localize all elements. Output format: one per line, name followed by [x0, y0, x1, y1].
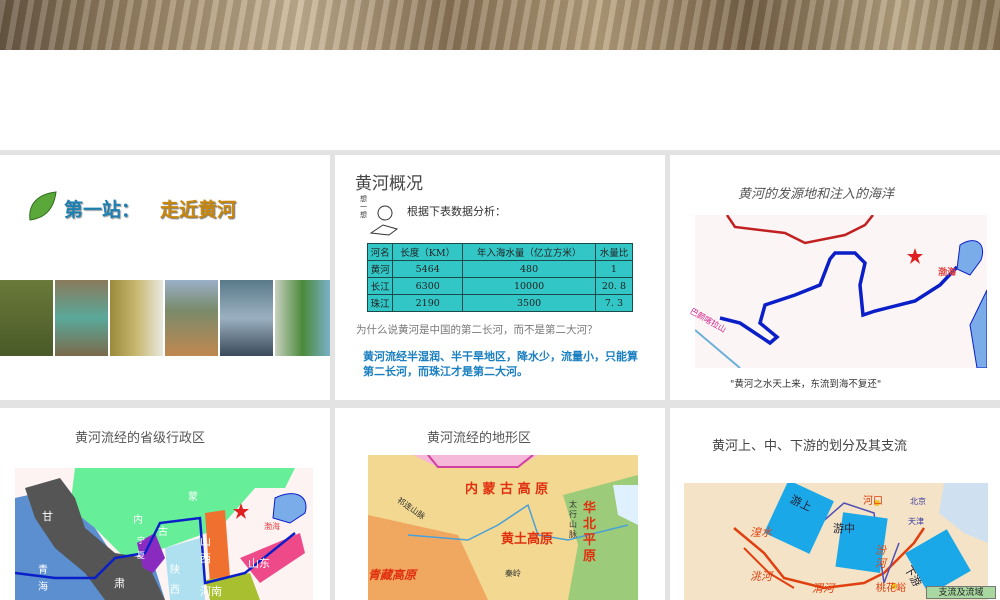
province-label: 内	[133, 515, 143, 526]
leaf-icon	[29, 191, 57, 221]
photo-reservoir	[55, 280, 108, 356]
province-label: 山东	[248, 557, 270, 570]
sea-label: 渤海	[264, 522, 280, 531]
photo-dam	[165, 280, 218, 356]
slide-title: 黄河流经的省级行政区	[75, 431, 206, 446]
table-cell: 10000	[462, 277, 596, 295]
column-header: 水量比	[594, 243, 634, 261]
table-cell: 2190	[392, 294, 464, 312]
answer-text: 黄河流经半湿润、半干旱地区，降水少，流量小，只能算第二长河，而珠江才是第二大河。	[363, 350, 638, 378]
slide-title: 走近黄河	[160, 199, 237, 221]
table-row: 珠江 2190 3500 7. 3	[366, 294, 634, 312]
mountain-label: 太行山脉	[569, 500, 577, 539]
table-row: 黄河 5464 480 1	[366, 260, 634, 278]
table-cell: 6300	[392, 277, 464, 295]
table-cell: 480	[462, 260, 596, 278]
province-label: 宁	[137, 536, 145, 545]
map-label: 汾河	[875, 544, 886, 570]
column-header: 河名	[366, 243, 394, 261]
map-label: 桃花峪	[876, 583, 906, 594]
region-label: 内 蒙 古 高 原	[465, 482, 549, 497]
thinking-person-icon	[369, 205, 399, 236]
photo-waterfall	[110, 280, 163, 356]
table-row: 长江 6300 10000 20. 8	[366, 277, 634, 295]
province-label: 河南	[200, 585, 222, 598]
table-cell: 3500	[462, 294, 596, 312]
province-label: 山	[200, 535, 211, 548]
top-slide-body	[0, 50, 1000, 150]
province-label: 肃	[114, 577, 125, 590]
slide-title: 黄河上、中、下游的划分及其支流	[712, 439, 908, 454]
table-cell: 5464	[392, 260, 464, 278]
yellow-river-map	[695, 215, 987, 368]
slide-title: 黄河的发源地和注入的海洋	[738, 187, 895, 202]
table-cell: 长江	[366, 277, 394, 295]
slide-thumbnail-2[interactable]: 黄河概况 想一想 根据下表数据分析： 河名 长度（KM） 年入海水量（亿立方米）…	[335, 155, 665, 400]
map-label: 北京	[910, 497, 926, 506]
column-header: 长度（KM）	[392, 243, 464, 261]
province-label: 古	[158, 527, 168, 538]
map-label: 湟水	[750, 526, 772, 539]
river-sections-map	[684, 483, 988, 600]
section-label-middle: 游中	[833, 522, 855, 535]
province-label: 蒙	[188, 492, 198, 503]
slide-thumbnail-1[interactable]: 第一站： 走近黄河	[0, 155, 330, 400]
photo-source	[0, 280, 53, 356]
column-header: 年入海水量（亿立方米）	[462, 243, 596, 261]
top-slide-image	[0, 0, 1000, 50]
region-label: 青藏高原	[368, 568, 417, 582]
slide-title: 黄河概况	[355, 174, 423, 194]
sea-label: 渤海	[938, 268, 957, 278]
map-legend: 支流及流域	[926, 586, 996, 599]
table-header-row: 河名 长度（KM） 年入海水量（亿立方米） 水量比	[366, 243, 634, 261]
map-label: 河口	[863, 496, 883, 507]
province-label: 甘	[42, 510, 53, 523]
photo-river-delta	[275, 280, 330, 356]
table-cell: 珠江	[366, 294, 394, 312]
region-label: 黄土高原	[501, 532, 554, 547]
region-label: 华北平原	[583, 501, 597, 564]
table-cell: 1	[594, 260, 634, 278]
table-cell: 黄河	[366, 260, 394, 278]
map-label: 天津	[908, 517, 924, 526]
river-data-table: 河名 长度（KM） 年入海水量（亿立方米） 水量比 黄河 5464 480 1 长江 6…	[366, 243, 634, 312]
province-label: 西	[200, 552, 211, 565]
slide-title-prefix: 第一站：	[64, 199, 141, 221]
think-label: 想一想	[360, 195, 367, 219]
slide-thumbnail-5[interactable]: 黄河流经的地形区 内 蒙 古 高 原 黄土高原 华北平原 青藏高原 祁连山脉 太…	[335, 408, 665, 600]
map-label: 渭河	[812, 582, 834, 595]
province-label: 陕	[170, 565, 180, 576]
photo-fields	[220, 280, 273, 356]
poem-text: "黄河之水天上来，东流到海不复还"	[730, 379, 882, 390]
question-text: 为什么说黄河是中国的第二长河，而不是第二大河？	[356, 324, 598, 336]
table-cell: 7. 3	[594, 294, 634, 312]
province-label: 海	[38, 582, 48, 593]
slide-title: 黄河流经的地形区	[427, 431, 532, 446]
table-cell: 20. 8	[594, 277, 634, 295]
mountain-label: 秦岭	[505, 569, 521, 578]
province-label: 西	[170, 585, 180, 596]
slide-thumbnail-3[interactable]: 黄河的发源地和注入的海洋 渤海 巴颜喀拉山 "黄河之水天上来，东流到海不复还"	[670, 155, 1000, 400]
map-label: 洮河	[750, 570, 772, 583]
province-label: 夏	[137, 551, 145, 560]
slide-thumbnail-6[interactable]: 黄河上、中、下游的划分及其支流 游上 游中 下游 河口 桃花峪 湟水 洮河 渭河…	[670, 408, 1000, 600]
slide-thumbnail-4[interactable]: 黄河流经的省级行政区 甘 内 蒙 古 宁 夏 青 海 肃 陕 西 山 西 河南 …	[0, 408, 330, 600]
prompt-text: 根据下表数据分析：	[407, 205, 506, 218]
province-label: 青	[38, 565, 48, 576]
